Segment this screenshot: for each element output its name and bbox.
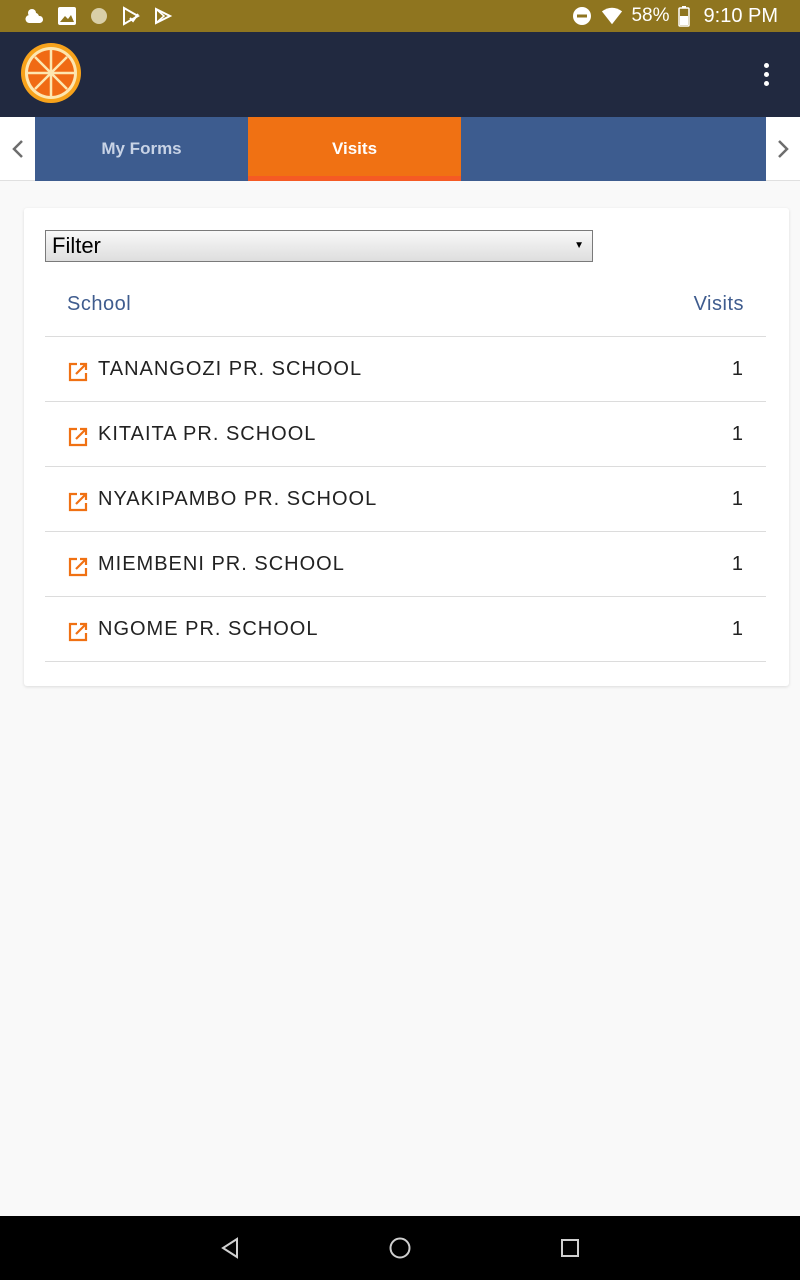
school-name: NGOME PR. SCHOOL bbox=[98, 617, 319, 640]
battery-percent: 58% bbox=[631, 5, 670, 26]
open-external-icon[interactable] bbox=[67, 556, 89, 578]
table-row[interactable]: MIEMBENI PR. SCHOOL 1 bbox=[45, 532, 766, 597]
visit-count: 1 bbox=[731, 617, 744, 640]
visits-table: School Visits TANANGOZI PR. SCHOOL 1 KIT… bbox=[45, 272, 766, 662]
column-header-visits: Visits bbox=[693, 292, 744, 315]
column-header-school: School bbox=[67, 292, 132, 315]
tab-visits[interactable]: Visits bbox=[248, 117, 461, 181]
tab-strip: My Forms Visits bbox=[0, 117, 800, 181]
dropdown-caret-icon: ▼ bbox=[574, 240, 584, 251]
wifi-icon bbox=[601, 5, 623, 27]
play-store-outline-icon bbox=[152, 5, 174, 27]
system-nav-bar bbox=[0, 1216, 800, 1280]
visit-count: 1 bbox=[731, 552, 744, 575]
visit-count: 1 bbox=[731, 422, 744, 445]
home-button[interactable] bbox=[386, 1234, 414, 1262]
menu-dot bbox=[763, 71, 769, 77]
app-bar bbox=[0, 32, 800, 117]
status-bar: 58% 9:10 PM bbox=[0, 0, 800, 32]
table-row[interactable]: KITAITA PR. SCHOOL 1 bbox=[45, 402, 766, 467]
tab-my-forms[interactable]: My Forms bbox=[35, 117, 248, 181]
recents-square-icon bbox=[561, 1239, 579, 1257]
tab-bar: My Forms Visits bbox=[35, 117, 766, 181]
table-row[interactable]: NYAKIPAMBO PR. SCHOOL 1 bbox=[45, 467, 766, 532]
do-not-disturb-icon bbox=[571, 5, 593, 27]
clock: 9:10 PM bbox=[703, 4, 778, 27]
school-name: MIEMBENI PR. SCHOOL bbox=[98, 552, 345, 575]
circle-icon bbox=[88, 5, 110, 27]
tab-scroll-left-button[interactable] bbox=[0, 117, 35, 181]
open-external-icon[interactable] bbox=[67, 361, 89, 383]
image-icon bbox=[56, 5, 78, 27]
chevron-left-icon bbox=[11, 140, 23, 158]
open-external-icon[interactable] bbox=[67, 426, 89, 448]
filter-selected-value: Filter bbox=[52, 233, 101, 258]
school-name: TANANGOZI PR. SCHOOL bbox=[98, 357, 363, 380]
menu-dot bbox=[763, 62, 769, 68]
home-circle-icon bbox=[389, 1237, 411, 1259]
open-external-icon[interactable] bbox=[67, 621, 89, 643]
play-store-icon bbox=[120, 5, 142, 27]
overflow-menu-button[interactable] bbox=[752, 54, 780, 94]
weather-icon bbox=[24, 5, 46, 27]
tab-scroll-right-button[interactable] bbox=[765, 117, 800, 181]
recents-button[interactable] bbox=[556, 1234, 584, 1262]
table-header: School Visits bbox=[45, 272, 766, 337]
visits-card: Filter ▼ School Visits TANANGOZI PR. SCH… bbox=[24, 208, 789, 686]
filter-dropdown[interactable]: Filter ▼ bbox=[45, 230, 593, 262]
table-row[interactable]: TANANGOZI PR. SCHOOL 1 bbox=[45, 337, 766, 402]
chevron-right-icon bbox=[777, 140, 789, 158]
back-triangle-icon bbox=[221, 1237, 238, 1259]
visit-count: 1 bbox=[731, 487, 744, 510]
battery-icon bbox=[677, 5, 690, 27]
visit-count: 1 bbox=[731, 357, 744, 380]
back-button[interactable] bbox=[216, 1234, 244, 1262]
menu-dot bbox=[763, 80, 769, 86]
school-name: KITAITA PR. SCHOOL bbox=[98, 422, 317, 445]
table-row[interactable]: NGOME PR. SCHOOL 1 bbox=[45, 597, 766, 662]
school-name: NYAKIPAMBO PR. SCHOOL bbox=[98, 487, 378, 510]
open-external-icon[interactable] bbox=[67, 491, 89, 513]
orange-logo-icon[interactable] bbox=[20, 42, 82, 104]
